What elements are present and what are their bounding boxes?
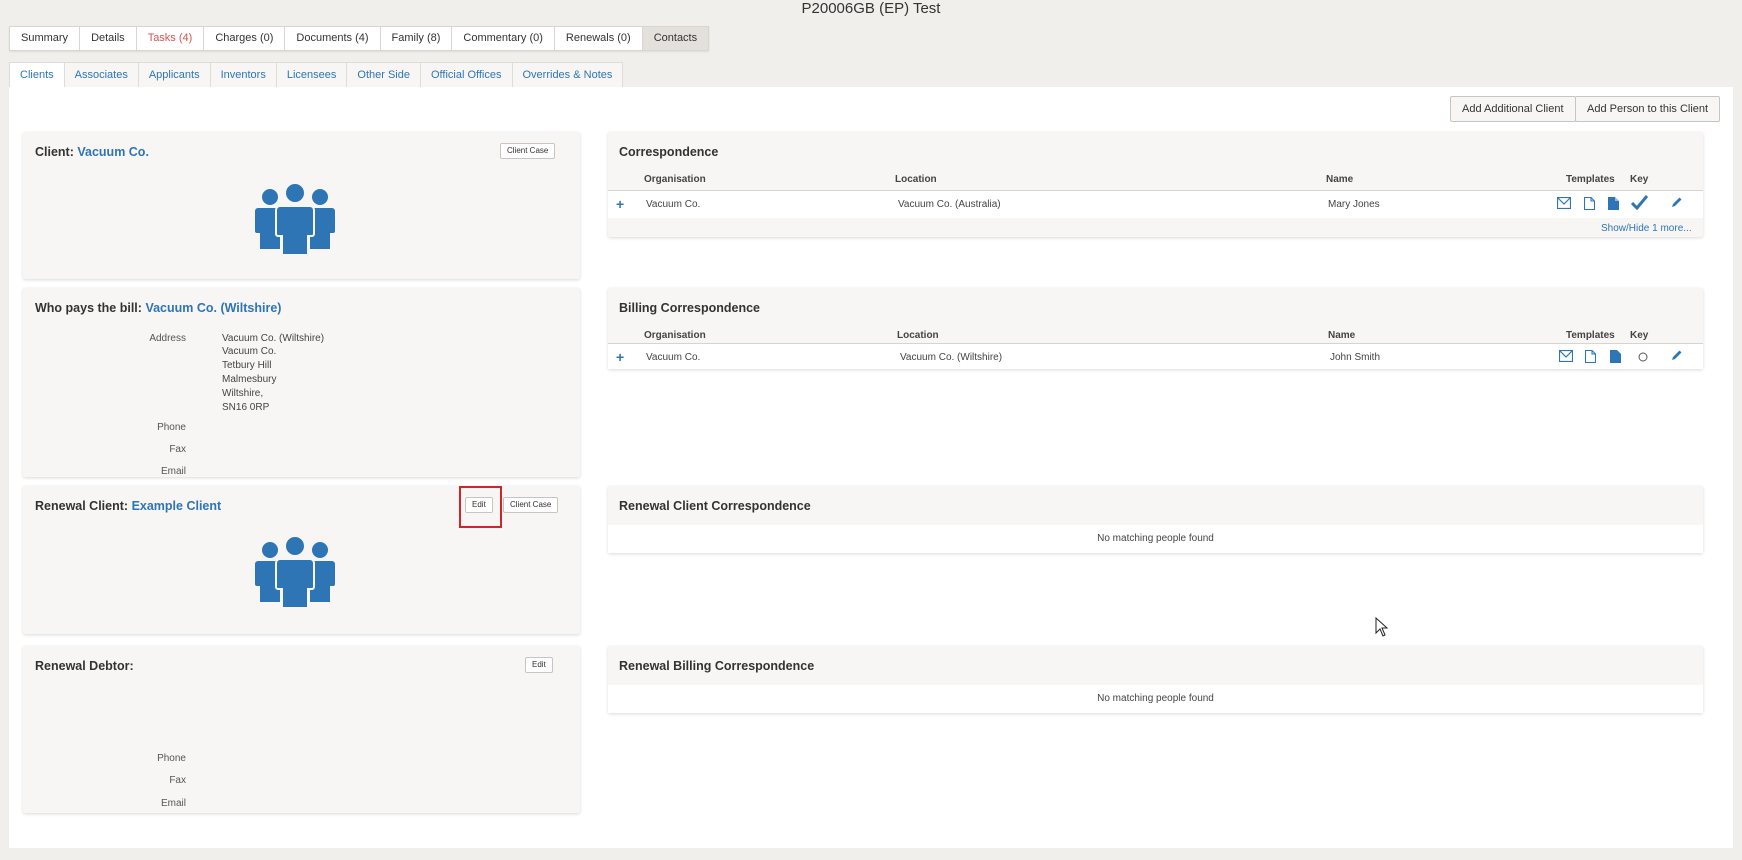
- sub-tab-bar: Clients Associates Applicants Inventors …: [9, 62, 624, 87]
- tab-contacts[interactable]: Contacts: [642, 27, 709, 50]
- mouse-cursor-icon: [1375, 617, 1389, 637]
- correspondence-title: Correspondence: [619, 145, 719, 159]
- client-card: Client: Vacuum Co. Client Case: [23, 132, 580, 279]
- add-additional-client-button[interactable]: Add Additional Client: [1450, 96, 1576, 122]
- billing-correspondence-title: Billing Correspondence: [619, 301, 760, 315]
- checkmark-icon: [1631, 195, 1648, 210]
- address-line: Wiltshire,: [222, 388, 264, 399]
- main-panel: Add Additional Client Add Person to this…: [9, 87, 1733, 848]
- renewal-debtor-edit-button[interactable]: Edit: [525, 657, 553, 673]
- document-outline-icon[interactable]: [1585, 350, 1596, 363]
- subtab-official-offices[interactable]: Official Offices: [420, 62, 513, 87]
- show-hide-more-link[interactable]: Show/Hide 1 more...: [1601, 223, 1692, 234]
- location-cell: Vacuum Co. (Australia): [898, 199, 1001, 210]
- table-row[interactable]: + Vacuum Co. Vacuum Co. (Australia) Mary…: [608, 190, 1703, 218]
- renewal-billing-correspondence-panel: Renewal Billing Correspondence No matchi…: [608, 646, 1703, 713]
- col-templates: Templates: [1566, 174, 1615, 185]
- document-filled-icon[interactable]: [1610, 350, 1621, 363]
- add-person-button[interactable]: Add Person to this Client: [1575, 96, 1721, 122]
- name-cell: Mary Jones: [1328, 199, 1380, 210]
- phone-label: Phone: [157, 753, 186, 764]
- col-location: Location: [897, 330, 939, 341]
- renewal-client-label: Renewal Client:: [35, 499, 129, 513]
- subtab-applicants[interactable]: Applicants: [138, 62, 211, 87]
- fax-label: Fax: [169, 444, 186, 455]
- subtab-clients[interactable]: Clients: [9, 62, 65, 87]
- document-filled-icon[interactable]: [1608, 197, 1619, 210]
- client-title: Client: Vacuum Co.: [35, 145, 149, 159]
- email-label: Email: [160, 466, 186, 477]
- tab-family[interactable]: Family (8): [381, 27, 453, 50]
- renewal-client-correspondence-panel: Renewal Client Correspondence No matchin…: [608, 486, 1703, 553]
- col-key: Key: [1630, 330, 1649, 341]
- renewal-client-name-link[interactable]: Example Client: [132, 499, 222, 513]
- renewal-debtor-title: Renewal Debtor:: [35, 659, 134, 673]
- tab-tasks[interactable]: Tasks (4): [137, 27, 205, 50]
- pencil-icon[interactable]: [1671, 349, 1683, 361]
- address-line: Tetbury Hill: [222, 360, 272, 371]
- tab-charges[interactable]: Charges (0): [204, 27, 286, 50]
- tab-renewals[interactable]: Renewals (0): [555, 27, 643, 50]
- table-row[interactable]: + Vacuum Co. Vacuum Co. (Wiltshire) John…: [608, 343, 1703, 369]
- renewal-client-card: Renewal Client: Example Client Edit Clie…: [23, 486, 580, 634]
- radio-empty-icon[interactable]: [1638, 352, 1648, 362]
- address-line: SN16 0RP: [222, 402, 270, 413]
- subtab-inventors[interactable]: Inventors: [210, 62, 277, 87]
- fax-label: Fax: [169, 775, 186, 786]
- bill-payer-title: Who pays the bill: Vacuum Co. (Wiltshire…: [35, 301, 281, 315]
- email-label: Email: [160, 798, 186, 809]
- subtab-licensees[interactable]: Licensees: [276, 62, 348, 87]
- organisation-cell: Vacuum Co.: [646, 199, 701, 210]
- renewal-client-correspondence-title: Renewal Client Correspondence: [619, 499, 811, 513]
- envelope-icon[interactable]: [1557, 197, 1571, 209]
- address-line: Vacuum Co. (Wiltshire): [222, 333, 325, 344]
- people-group-icon: [255, 536, 335, 609]
- expand-plus-icon[interactable]: +: [616, 196, 624, 212]
- col-key: Key: [1630, 174, 1649, 185]
- renewal-billing-correspondence-title: Renewal Billing Correspondence: [619, 659, 815, 673]
- billing-correspondence-panel: Billing Correspondence Organisation Loca…: [608, 288, 1703, 369]
- col-templates: Templates: [1566, 330, 1615, 341]
- highlight-box: [459, 486, 502, 528]
- tab-details[interactable]: Details: [80, 27, 137, 50]
- correspondence-panel: Correspondence Organisation Location Nam…: [608, 132, 1703, 237]
- col-location: Location: [895, 174, 937, 185]
- envelope-icon[interactable]: [1559, 350, 1573, 362]
- expand-plus-icon[interactable]: +: [616, 349, 624, 365]
- renewal-client-title: Renewal Client: Example Client: [35, 499, 221, 513]
- pencil-icon[interactable]: [1671, 196, 1683, 208]
- address-line: Malmesbury: [222, 374, 277, 385]
- top-tab-bar: Summary Details Tasks (4) Charges (0) Do…: [9, 26, 710, 51]
- empty-message: No matching people found: [608, 685, 1703, 713]
- bill-payer-label: Who pays the bill:: [35, 301, 142, 315]
- col-organisation: Organisation: [644, 174, 706, 185]
- client-name-link[interactable]: Vacuum Co.: [77, 145, 149, 159]
- address-line: Vacuum Co.: [222, 346, 277, 357]
- people-group-icon: [255, 183, 335, 256]
- renewal-client-case-button[interactable]: Client Case: [503, 497, 559, 513]
- client-case-button[interactable]: Client Case: [500, 143, 556, 159]
- renewal-debtor-card: Renewal Debtor: Edit Phone Fax Email: [23, 646, 580, 813]
- empty-message: No matching people found: [608, 525, 1703, 553]
- page-title: P20006GB (EP) Test: [801, 0, 941, 17]
- tab-commentary[interactable]: Commentary (0): [452, 27, 555, 50]
- document-outline-icon[interactable]: [1584, 197, 1595, 210]
- phone-label: Phone: [157, 422, 186, 433]
- location-cell: Vacuum Co. (Wiltshire): [900, 352, 1003, 363]
- col-name: Name: [1328, 330, 1356, 341]
- organisation-cell: Vacuum Co.: [646, 352, 701, 363]
- subtab-overrides-notes[interactable]: Overrides & Notes: [512, 62, 624, 87]
- address-label: Address: [149, 333, 186, 344]
- subtab-other-side[interactable]: Other Side: [347, 62, 421, 87]
- col-organisation: Organisation: [644, 330, 706, 341]
- tab-documents[interactable]: Documents (4): [285, 27, 381, 50]
- client-label: Client:: [35, 145, 74, 159]
- subtab-associates[interactable]: Associates: [64, 62, 139, 87]
- name-cell: John Smith: [1330, 352, 1381, 363]
- tab-summary[interactable]: Summary: [10, 27, 81, 50]
- bill-payer-name-link[interactable]: Vacuum Co. (Wiltshire): [145, 301, 281, 315]
- col-name: Name: [1326, 174, 1354, 185]
- bill-payer-card: Who pays the bill: Vacuum Co. (Wiltshire…: [23, 288, 580, 477]
